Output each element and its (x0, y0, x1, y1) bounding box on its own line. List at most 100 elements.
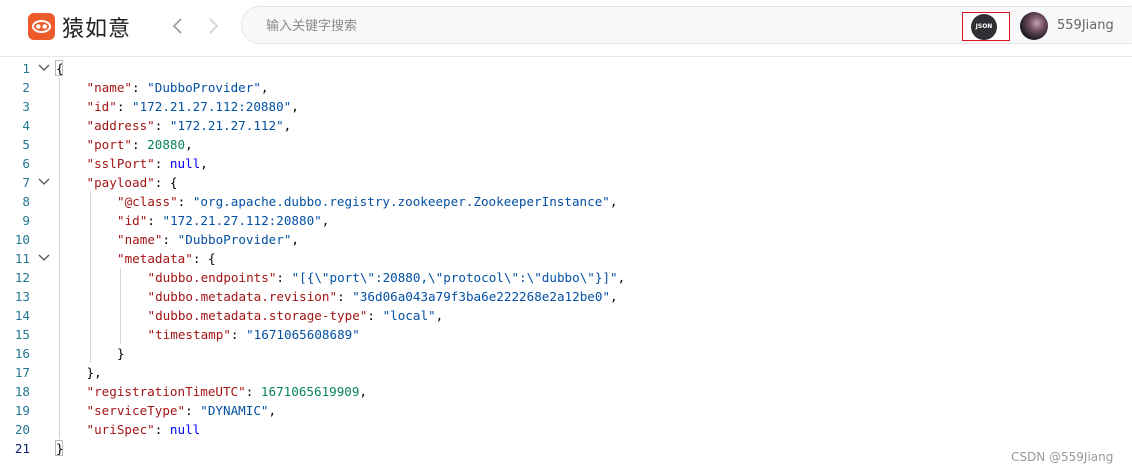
line-number: 1 (22, 61, 30, 76)
code-token: : (230, 327, 247, 342)
code-token: "uriSpec" (86, 422, 155, 437)
indent-guide (89, 192, 91, 211)
code-text: "id": "172.21.27.112:20880", (117, 211, 329, 230)
user-avatar[interactable] (1020, 12, 1048, 40)
code-token: } (117, 346, 125, 361)
code-line[interactable]: 13 "dubbo.metadata.revision": "36d06a043a… (0, 287, 1132, 306)
indent-guide (59, 268, 60, 287)
code-text: "@class": "org.apache.dubbo.registry.zoo… (117, 192, 617, 211)
code-line[interactable]: 5 "port": 20880, (0, 135, 1132, 154)
search-input[interactable] (264, 7, 908, 45)
code-line[interactable]: 2 "name": "DubboProvider", (0, 78, 1132, 97)
indent-guide (59, 173, 60, 192)
code-token: , (260, 80, 269, 95)
indent-guide (59, 325, 60, 344)
indent-guide (89, 249, 91, 268)
code-token: "[{\"port\":20880,\"protocol\":\"dubbo\"… (291, 270, 618, 285)
code-text: }, (87, 363, 102, 382)
code-token: null (169, 422, 201, 437)
code-token: : (177, 194, 193, 209)
line-number: 13 (14, 289, 30, 304)
indent-guide (120, 287, 121, 306)
code-text: "uriSpec": null (87, 420, 201, 439)
code-line[interactable]: 6 "sslPort": null, (0, 154, 1132, 173)
code-token: : (367, 308, 383, 323)
code-text: "id": "172.21.27.112:20880", (87, 97, 299, 116)
code-token: "timestamp" (147, 327, 231, 342)
code-token: "port" (86, 137, 133, 152)
bracket-match-highlight (55, 60, 63, 76)
code-token: "dubbo.metadata.storage-type" (147, 308, 368, 323)
line-number: 21 (14, 441, 30, 456)
user-name[interactable]: 559Jiang (1057, 18, 1114, 33)
chevron-left-icon[interactable] (166, 14, 190, 38)
indent-guide (59, 382, 60, 401)
code-line[interactable]: 11 "metadata": { (0, 249, 1132, 268)
chevron-right-icon[interactable] (201, 14, 225, 38)
indent-guide (59, 344, 60, 363)
code-text: "name": "DubboProvider", (87, 78, 269, 97)
code-token: "1671065608689" (246, 327, 360, 342)
code-line[interactable]: 17}, (0, 363, 1132, 382)
code-line[interactable]: 8 "@class": "org.apache.dubbo.registry.zo… (0, 192, 1132, 211)
code-token: , (291, 232, 299, 247)
indent-guide (59, 211, 60, 230)
code-text: "timestamp": "1671065608689" (148, 325, 360, 344)
code-line[interactable]: 10 "name": "DubboProvider", (0, 230, 1132, 249)
code-line[interactable]: 18 "registrationTimeUTC": 1671065619909, (0, 382, 1132, 401)
code-text: "dubbo.metadata.storage-type": "local", (148, 306, 444, 325)
code-line[interactable]: 1{ (0, 59, 1132, 78)
code-token: "@class" (117, 194, 178, 209)
json-tool-button[interactable]: JSON (962, 12, 1010, 41)
code-text: "registrationTimeUTC": 1671065619909, (87, 382, 368, 401)
code-token: "local" (382, 308, 436, 323)
code-token: "172.21.27.112:20880" (162, 213, 322, 228)
indent-guide (59, 97, 60, 116)
indent-guide (89, 325, 91, 344)
line-number: 5 (22, 137, 30, 152)
code-line[interactable]: 14 "dubbo.metadata.storage-type": "local"… (0, 306, 1132, 325)
app-name: 猿如意 (62, 17, 132, 42)
code-token: "sslPort" (86, 156, 155, 171)
json-tool-icon: JSON (971, 14, 997, 40)
json-code-editor[interactable]: 1{2 "name": "DubboProvider", 3 "id": "172.2… (0, 57, 1132, 475)
code-text: "port": 20880, (87, 135, 193, 154)
code-line[interactable]: 9 "id": "172.21.27.112:20880", (0, 211, 1132, 230)
line-number: 12 (14, 270, 30, 285)
code-line[interactable]: 12 "dubbo.endpoints": "[{\"port\":20880,\… (0, 268, 1132, 287)
code-token: , (268, 403, 277, 418)
indent-guide (89, 230, 91, 249)
indent-guide (120, 268, 121, 287)
app-logo-icon[interactable] (28, 13, 55, 40)
code-line[interactable]: 15 "timestamp": "1671065608689" (0, 325, 1132, 344)
code-text: "payload": { (87, 173, 178, 192)
code-token: : (154, 118, 170, 133)
indent-guide (59, 230, 60, 249)
code-line[interactable]: 16} (0, 344, 1132, 363)
fold-chevron-down-icon[interactable] (38, 177, 50, 187)
code-token: , (185, 137, 193, 152)
fold-chevron-down-icon[interactable] (38, 63, 50, 73)
fold-chevron-down-icon[interactable] (38, 253, 50, 263)
code-line[interactable]: 7 "payload": { (0, 173, 1132, 192)
indent-guide (59, 78, 60, 97)
code-text: "dubbo.endpoints": "[{\"port\":20880,\"p… (148, 268, 626, 287)
code-token: : (154, 156, 170, 171)
code-line[interactable]: 3 "id": "172.21.27.112:20880", (0, 97, 1132, 116)
line-number: 18 (14, 384, 30, 399)
code-line[interactable]: 20 "uriSpec": null (0, 420, 1132, 439)
code-line[interactable]: 19 "serviceType": "DYNAMIC", (0, 401, 1132, 420)
line-number: 11 (14, 251, 30, 266)
code-token: , (435, 308, 444, 323)
code-token: "36d06a043a79f3ba6e222268e2a12be0" (352, 289, 611, 304)
indent-guide (59, 192, 60, 211)
code-token: "name" (86, 80, 133, 95)
line-number: 17 (14, 365, 30, 380)
indent-guide (59, 116, 60, 135)
code-token: 20880 (147, 137, 186, 152)
code-token: "serviceType" (86, 403, 186, 418)
code-line[interactable]: 4 "address": "172.21.27.112", (0, 116, 1132, 135)
code-line[interactable]: 21} (0, 439, 1132, 458)
code-text: "metadata": { (117, 249, 216, 268)
line-number: 14 (14, 308, 30, 323)
